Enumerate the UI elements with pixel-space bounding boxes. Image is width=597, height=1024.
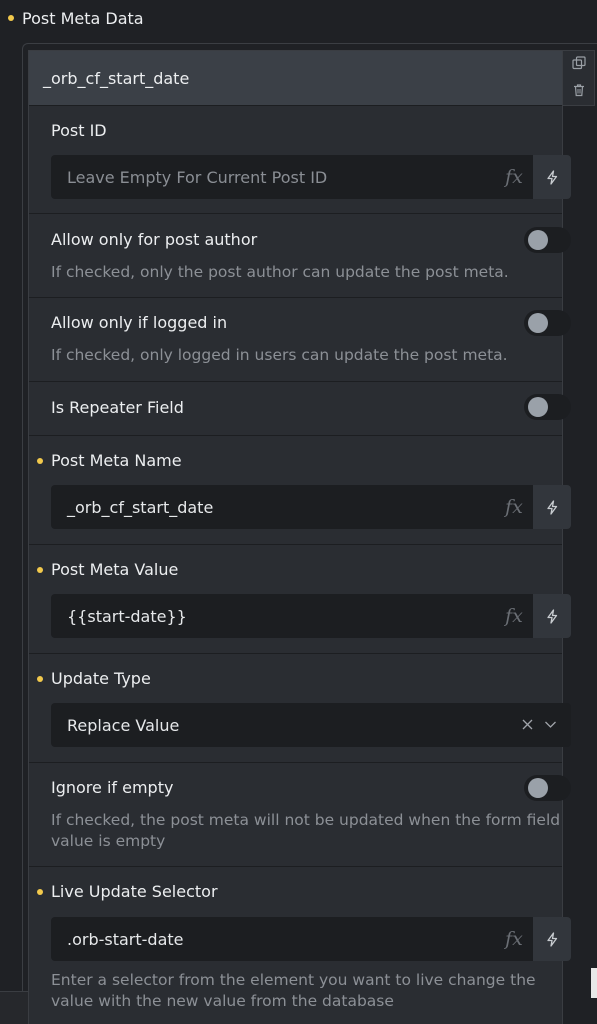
meta-value-label: Post Meta Value (37, 560, 178, 579)
meta-name-row: Post Meta Name _orb_cf_start_date fx (29, 436, 571, 545)
meta-name-field[interactable]: _orb_cf_start_date fx (51, 485, 571, 529)
fx-icon[interactable]: fx (495, 485, 533, 529)
item-tools (563, 50, 595, 106)
duplicate-icon[interactable] (571, 55, 586, 74)
trash-icon[interactable] (572, 82, 586, 101)
update-type-row: Update Type Replace Value (29, 654, 571, 763)
bolt-icon[interactable] (533, 594, 571, 638)
section-title[interactable]: Post Meta Data (8, 5, 144, 31)
meta-value-input[interactable]: {{start-date}} (51, 607, 495, 626)
required-dot (37, 566, 43, 573)
bolt-icon[interactable] (533, 917, 571, 961)
live-selector-label-text: Live Update Selector (51, 882, 218, 901)
toggle-knob (528, 778, 548, 798)
ignore-empty-desc: If checked, the post meta will not be up… (51, 811, 561, 850)
allow-author-toggle[interactable] (524, 227, 571, 253)
scrollbar-edge (591, 968, 597, 998)
live-selector-field[interactable]: .orb-start-date fx (51, 917, 571, 961)
fx-icon[interactable]: fx (495, 155, 533, 199)
meta-item-title: _orb_cf_start_date (43, 68, 190, 88)
bolt-icon[interactable] (533, 155, 571, 199)
toggle-knob (528, 397, 548, 417)
toggle-knob (528, 313, 548, 333)
update-type-select[interactable]: Replace Value (51, 703, 571, 747)
required-dot (37, 888, 43, 895)
repeater-row: Is Repeater Field (29, 382, 571, 436)
post-id-label: Post ID (51, 121, 107, 140)
required-dot (8, 15, 14, 21)
live-selector-label: Live Update Selector (37, 882, 218, 901)
meta-value-label-text: Post Meta Value (51, 560, 179, 579)
allow-logged-row: Allow only if logged in If checked, only… (29, 298, 571, 382)
post-id-field[interactable]: Leave Empty For Current Post ID fx (51, 155, 571, 199)
ignore-empty-label: Ignore if empty (51, 778, 174, 797)
meta-item-header[interactable]: _orb_cf_start_date (29, 51, 562, 106)
required-dot (37, 675, 43, 682)
meta-name-input[interactable]: _orb_cf_start_date (51, 498, 495, 517)
section-title-text: Post Meta Data (22, 8, 144, 28)
meta-name-label-text: Post Meta Name (51, 451, 182, 470)
allow-author-row: Allow only for post author If checked, o… (29, 214, 571, 298)
update-type-label-text: Update Type (51, 669, 151, 688)
live-selector-row: Live Update Selector .orb-start-date fx … (29, 867, 571, 1024)
select-controls (521, 716, 571, 735)
required-dot (37, 457, 43, 464)
post-id-row: Post ID Leave Empty For Current Post ID … (29, 106, 571, 214)
bolt-icon[interactable] (533, 485, 571, 529)
update-type-value: Replace Value (67, 715, 180, 735)
ignore-empty-row: Ignore if empty If checked, the post met… (29, 763, 571, 867)
meta-value-field[interactable]: {{start-date}} fx (51, 594, 571, 638)
ignore-empty-toggle[interactable] (524, 775, 571, 801)
allow-logged-desc: If checked, only logged in users can upd… (51, 346, 508, 364)
chevron-down-icon[interactable] (544, 716, 557, 735)
toggle-knob (528, 230, 548, 250)
bottom-panel-edge (0, 991, 28, 1024)
allow-logged-label: Allow only if logged in (51, 313, 228, 332)
repeater-toggle[interactable] (524, 394, 571, 420)
live-selector-desc: Enter a selector from the element you wa… (51, 971, 536, 1010)
post-id-input[interactable]: Leave Empty For Current Post ID (51, 168, 495, 187)
clear-x-icon[interactable] (521, 716, 534, 735)
fx-icon[interactable]: fx (495, 917, 533, 961)
fx-icon[interactable]: fx (495, 594, 533, 638)
allow-logged-toggle[interactable] (524, 310, 571, 336)
repeater-label: Is Repeater Field (51, 398, 184, 417)
page: Post Meta Data _orb_cf_start_date Post I… (0, 0, 597, 1024)
allow-author-label: Allow only for post author (51, 230, 258, 249)
allow-author-desc: If checked, only the post author can upd… (51, 263, 509, 281)
meta-value-row: Post Meta Value {{start-date}} fx (29, 545, 571, 654)
live-selector-input[interactable]: .orb-start-date (51, 930, 495, 949)
update-type-label: Update Type (37, 669, 151, 688)
meta-name-label: Post Meta Name (37, 451, 182, 470)
